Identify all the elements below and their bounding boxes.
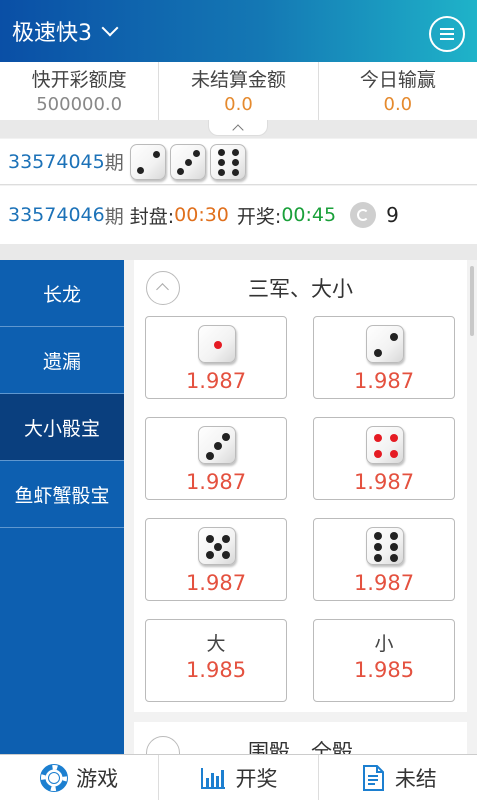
draw-countdown: 00:45 xyxy=(281,204,337,226)
stat-label: 快开彩额度 xyxy=(31,69,127,91)
account-stats: 快开彩额度 500000.0 未结算金额 0.0 今日输赢 0.0 xyxy=(0,62,477,120)
section-three-army: 三军、大小 1.987 1.987 1.987 1.987 1.987 1.987 大 1.9… xyxy=(134,260,467,712)
scrollbar[interactable] xyxy=(470,266,474,336)
game-selector[interactable]: 极速快3 xyxy=(12,15,119,47)
current-period-number: 33574046 xyxy=(8,204,105,226)
bet-odds: 1.987 xyxy=(353,571,415,595)
nav-label: 开奖 xyxy=(235,766,278,791)
betting-content[interactable]: 三军、大小 1.987 1.987 1.987 1.987 1.987 1.987 大 1.9… xyxy=(124,260,477,754)
sidebar-item-changlong[interactable]: 长龙 xyxy=(0,260,124,327)
document-icon xyxy=(362,764,384,791)
chevron-down-icon xyxy=(101,19,119,37)
lifebuoy-icon xyxy=(40,763,69,792)
sidebar-item-fish-prawn-crab[interactable]: 鱼虾蟹骰宝 xyxy=(0,461,124,528)
period-suffix: 期 xyxy=(104,152,124,174)
bet-cell-face-5[interactable]: 1.987 xyxy=(145,518,287,601)
bet-cell-face-3[interactable]: 1.987 xyxy=(145,417,287,500)
last-period-number: 33574045 xyxy=(8,150,105,173)
bar-chart-icon xyxy=(201,767,226,789)
bet-odds: 1.985 xyxy=(185,658,247,682)
die-face-5-icon xyxy=(198,527,236,565)
refresh-icon[interactable] xyxy=(350,202,377,228)
die-face-2-icon xyxy=(366,325,404,363)
close-label: 封盘: xyxy=(129,205,175,228)
section-header[interactable]: 三军、大小 xyxy=(134,260,467,316)
bet-odds: 1.985 xyxy=(353,658,415,682)
current-period-row: 33574046 期 封盘: 00:30 开奖: 00:45 9 xyxy=(0,186,477,244)
period-suffix: 期 xyxy=(104,205,124,228)
menu-button[interactable] xyxy=(429,16,465,52)
die-face-2-icon xyxy=(129,143,166,180)
die-face-1-icon xyxy=(198,325,236,363)
collapse-toggle[interactable] xyxy=(208,120,268,136)
last-draw-dice xyxy=(129,143,246,180)
bet-cell-face-6[interactable]: 1.987 xyxy=(313,518,455,601)
bet-odds: 1.987 xyxy=(353,369,415,393)
section-title: 围骰、全骰 xyxy=(248,740,353,754)
last-draw-row[interactable]: 33574045 期 xyxy=(0,139,477,185)
stat-credit: 快开彩额度 500000.0 xyxy=(0,62,160,120)
bet-odds: 1.987 xyxy=(185,470,247,494)
bet-odds: 1.987 xyxy=(185,369,247,393)
divider xyxy=(0,244,477,260)
nav-results[interactable]: 开奖 xyxy=(159,755,319,800)
bet-label: 小 xyxy=(374,633,394,655)
stat-value: 0.0 xyxy=(383,94,413,115)
stat-unsettled: 未结算金额 0.0 xyxy=(159,62,319,120)
stat-label: 未结算金额 xyxy=(190,69,286,91)
die-face-3-icon xyxy=(198,426,236,464)
menu-icon xyxy=(440,28,454,30)
sidebar-item-missing[interactable]: 遗漏 xyxy=(0,327,124,394)
app-header: 极速快3 xyxy=(0,0,477,62)
draw-label: 开奖: xyxy=(236,205,282,228)
bet-odds: 1.987 xyxy=(353,470,415,494)
die-face-3-icon xyxy=(169,143,206,180)
bet-odds: 1.987 xyxy=(185,571,247,595)
stat-today-win: 今日输赢 0.0 xyxy=(319,62,477,120)
bet-cell-face-2[interactable]: 1.987 xyxy=(313,316,455,399)
bet-cell-face-1[interactable]: 1.987 xyxy=(145,316,287,399)
die-face-4-icon xyxy=(366,426,404,464)
bet-cell-small[interactable]: 小 1.985 xyxy=(313,619,455,702)
nav-unsettled[interactable]: 未结 xyxy=(319,755,477,800)
category-sidebar: 长龙 遗漏 大小骰宝 鱼虾蟹骰宝 xyxy=(0,260,124,754)
section-title: 三军、大小 xyxy=(248,277,353,301)
sidebar-item-big-small-sicbo[interactable]: 大小骰宝 xyxy=(0,394,124,461)
nav-label: 未结 xyxy=(394,766,437,791)
die-face-6-icon xyxy=(366,527,404,565)
bet-cell-face-4[interactable]: 1.987 xyxy=(313,417,455,500)
bottom-nav: 游戏 开奖 未结 xyxy=(0,754,477,800)
bet-label: 大 xyxy=(206,633,226,655)
nav-label: 游戏 xyxy=(76,766,119,791)
section-triple: 围骰、全骰 xyxy=(134,722,467,754)
stat-label: 今日输赢 xyxy=(359,69,436,91)
close-countdown: 00:30 xyxy=(174,204,229,226)
collapse-up-icon[interactable] xyxy=(146,271,180,305)
stat-value: 500000.0 xyxy=(36,94,123,115)
bet-cell-big[interactable]: 大 1.985 xyxy=(145,619,287,702)
game-title: 极速快3 xyxy=(12,21,92,46)
refresh-count: 9 xyxy=(386,203,399,227)
stat-value: 0.0 xyxy=(224,94,253,115)
nav-games[interactable]: 游戏 xyxy=(0,755,160,800)
die-face-6-icon xyxy=(209,143,246,180)
